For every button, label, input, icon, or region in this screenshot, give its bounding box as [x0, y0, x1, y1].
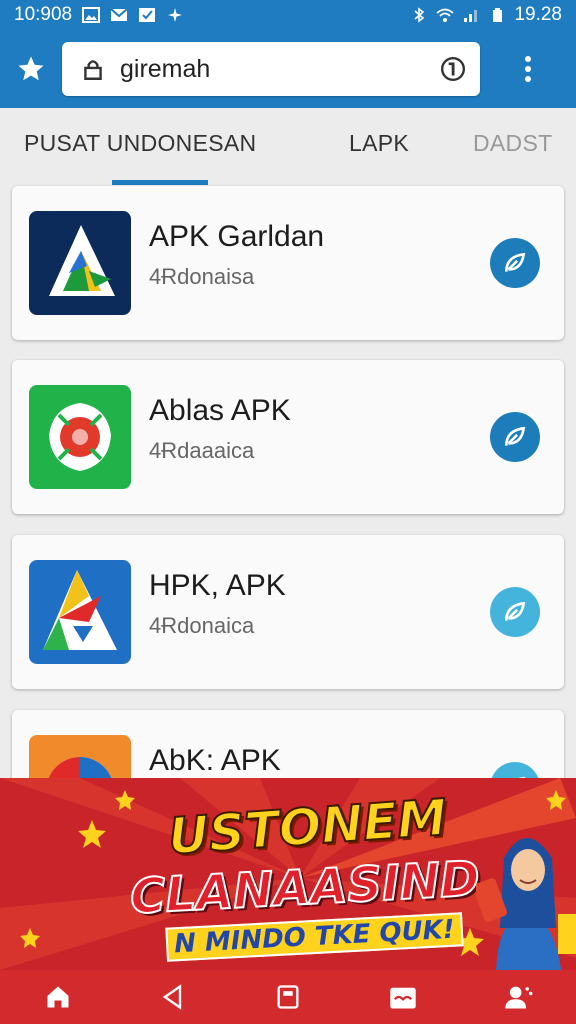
tabs-icon: [277, 985, 299, 1009]
app-name: HPK, APK: [149, 569, 286, 602]
app-subtitle: 4Ɍdonaica: [149, 613, 255, 638]
more-vert-icon: [525, 56, 531, 82]
app-card[interactable]: APK Garldan 4Ɍdonaisa: [12, 186, 564, 340]
image-notification-icon: [82, 7, 101, 23]
banner-ad[interactable]: USTONEM CLANAASIND N MINDO TKE QUK!: [0, 778, 576, 970]
url-bar[interactable]: giremah: [62, 42, 480, 96]
bottom-nav: [0, 970, 576, 1024]
overflow-menu-button[interactable]: [480, 30, 576, 108]
app-subtitle: 4Ɍdonaisa: [149, 264, 255, 289]
bluetooth-icon: [414, 7, 425, 23]
nav-profile[interactable]: [461, 970, 576, 1024]
mail-notification-icon: [110, 8, 128, 21]
battery-icon: [493, 8, 503, 22]
download-notification-icon: [139, 8, 156, 22]
app-icon: [29, 385, 131, 489]
tab-pusat[interactable]: PUSAT UNDONESAN: [24, 130, 256, 157]
tab-bar: PUSAT UNDONESAN LAPK DADST: [0, 108, 576, 185]
browser-toolbar: giremah: [0, 30, 576, 108]
tab-dadst[interactable]: DADST: [473, 130, 552, 157]
app-name: Ablas APK: [149, 394, 291, 427]
nav-offers[interactable]: [346, 970, 461, 1024]
wifi-icon: [436, 8, 455, 22]
app-icon: [29, 560, 131, 664]
tab-active-indicator: [112, 180, 208, 185]
nav-tabs[interactable]: [230, 970, 345, 1024]
star-icon: [18, 56, 44, 81]
app-subtitle: 4Ɍdaaaica: [149, 438, 255, 463]
lock-icon: [84, 60, 102, 80]
url-text: giremah: [120, 54, 211, 83]
nav-back[interactable]: [115, 970, 230, 1024]
nav-home[interactable]: [0, 970, 115, 1024]
info-icon[interactable]: [440, 56, 466, 82]
gift-icon: [390, 987, 416, 1009]
app-icon: [29, 211, 131, 315]
status-time-right: 19.28: [514, 4, 562, 25]
profile-icon: [505, 986, 533, 1009]
app-name: AbK: APK: [149, 744, 281, 777]
leaf-icon: [505, 426, 526, 446]
tab-lapk[interactable]: LAPK: [349, 130, 409, 157]
status-time-left: 10:908: [14, 4, 73, 25]
home-icon: [47, 986, 69, 1008]
banner-person-illustration: [476, 838, 576, 970]
sparkle-notification-icon: [168, 8, 183, 22]
status-bar: 10:908 19.28: [0, 0, 576, 30]
install-button[interactable]: [490, 412, 540, 462]
install-button[interactable]: [490, 238, 540, 288]
app-card[interactable]: Ablas APK 4Ɍdaaaica: [12, 360, 564, 514]
leaf-icon: [505, 601, 526, 621]
bookmark-button[interactable]: [0, 30, 62, 108]
install-button[interactable]: [490, 587, 540, 637]
leaf-icon: [505, 252, 526, 272]
app-name: APK Garldan: [149, 220, 325, 253]
app-card[interactable]: HPK, APK 4Ɍdonaica: [12, 535, 564, 689]
back-icon: [162, 984, 181, 1010]
signal-icon: [464, 10, 478, 22]
